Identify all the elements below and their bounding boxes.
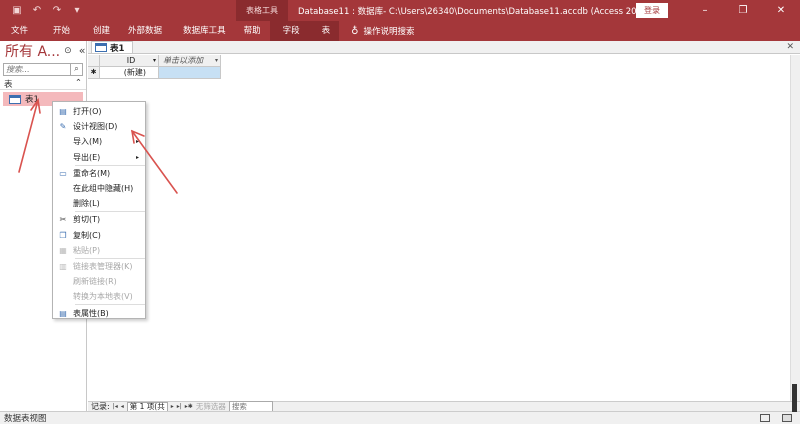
window-title: Database11 : 数据库- C:\Users\26340\Documen… xyxy=(298,6,636,17)
cell-id-new[interactable]: (新建) xyxy=(100,67,159,79)
column-header-label: 单击以添加 xyxy=(163,56,203,65)
chevron-right-icon: ▸ xyxy=(135,138,139,146)
chevron-right-icon: ▸ xyxy=(135,153,139,161)
restore-icon[interactable]: ❐ xyxy=(724,5,762,16)
tab-create[interactable]: 创建 xyxy=(79,21,119,41)
paste-icon: ▦ xyxy=(59,245,67,255)
context-menu: ▤ 打开(O) ✎ 设计视图(D) 导入(M) ▸ 导出(E) ▸ ▭ 重命名(… xyxy=(52,101,146,319)
first-record-icon[interactable]: |◂ xyxy=(113,403,118,410)
document-tab-label: 表1 xyxy=(110,43,125,54)
tab-home[interactable]: 开始 xyxy=(37,21,79,41)
copy-icon: ❐ xyxy=(59,230,67,240)
chevron-up-icon[interactable]: ⌃ xyxy=(75,78,82,89)
menu-item-copy[interactable]: ❐ 复制(C) xyxy=(53,228,145,243)
menu-item-rename[interactable]: ▭ 重命名(M) xyxy=(53,166,145,181)
rename-icon: ▭ xyxy=(59,168,67,178)
previous-record-icon[interactable]: ◂ xyxy=(121,403,124,410)
menu-item-export[interactable]: 导出(E) ▸ xyxy=(53,150,145,165)
close-window-icon[interactable]: ✕ xyxy=(762,5,800,16)
linked-table-manager-icon: ▥ xyxy=(59,261,67,271)
new-record-icon[interactable]: ▸✱ xyxy=(185,403,193,410)
nav-header[interactable]: 所有 A... ⊙ « xyxy=(0,41,86,60)
status-bar: 数据表视图 xyxy=(0,411,800,424)
chevron-down-icon[interactable]: ▾ xyxy=(215,55,218,66)
record-position-input[interactable]: 第 1 项(共 xyxy=(126,401,168,412)
undo-icon[interactable]: ↶ xyxy=(30,4,44,18)
search-icon[interactable]: ⌕ xyxy=(70,64,82,75)
tab-fields[interactable]: 字段 xyxy=(269,21,313,41)
nav-title[interactable]: 所有 A... xyxy=(5,41,60,61)
ribbon-tabs: 文件 开始 创建 外部数据 数据库工具 帮助 字段 表 ♁ 操作说明搜索 xyxy=(0,21,800,41)
lightbulb-icon: ♁ xyxy=(351,25,359,37)
vertical-scrollbar[interactable] xyxy=(790,55,800,401)
tab-help[interactable]: 帮助 xyxy=(235,21,270,41)
nav-group-tables[interactable]: 表 ⌃ xyxy=(0,78,86,90)
menu-item-design-view[interactable]: ✎ 设计视图(D) xyxy=(53,119,145,134)
tab-table[interactable]: 表 xyxy=(312,21,340,41)
design-view-icon: ✎ xyxy=(59,122,67,132)
datasheet-grid: ID ▾ 单击以添加 ▾ ✱ (新建) xyxy=(88,55,221,79)
menu-item-paste: ▦ 粘贴(P) xyxy=(53,243,145,258)
menu-item-table-properties[interactable]: ▤ 表属性(B) xyxy=(53,305,145,320)
record-navigator: 记录: |◂ ◂ 第 1 项(共 ▸ ▸| ▸✱ 无筛选器 xyxy=(88,401,800,412)
menu-item-convert-to-local: 转换为本地表(V) xyxy=(73,292,133,302)
save-icon[interactable]: ▣ xyxy=(10,4,24,18)
cell-add-new[interactable] xyxy=(159,67,221,79)
datasheet-view-icon[interactable] xyxy=(760,414,770,422)
tab-external-data[interactable]: 外部数据 xyxy=(119,21,171,41)
tab-file[interactable]: 文件 xyxy=(0,21,37,41)
next-record-icon[interactable]: ▸ xyxy=(171,403,174,410)
table-icon xyxy=(95,43,107,52)
nav-search-input[interactable] xyxy=(4,64,70,75)
menu-item-hide-in-group[interactable]: 在此组中隐藏(H) xyxy=(53,181,145,196)
last-record-icon[interactable]: ▸| xyxy=(177,403,182,410)
table-properties-icon: ▤ xyxy=(59,308,67,318)
customize-icon[interactable]: ▾ xyxy=(70,4,84,18)
cut-icon: ✂ xyxy=(59,215,67,225)
column-header-click-to-add[interactable]: 单击以添加 ▾ xyxy=(159,55,221,67)
select-all-cell[interactable] xyxy=(88,55,100,67)
table-icon xyxy=(9,94,21,104)
nav-item-label: 表1 xyxy=(25,95,39,105)
close-document-icon[interactable]: ✕ xyxy=(786,42,794,52)
open-icon: ▤ xyxy=(59,107,67,117)
document-tab-table1[interactable]: 表1 xyxy=(91,41,134,54)
tell-me-label: 操作说明搜索 xyxy=(363,27,415,37)
menu-item-cut[interactable]: ✂ 剪切(T) xyxy=(53,212,145,227)
status-text: 数据表视图 xyxy=(4,414,47,424)
new-record-row: ✱ (新建) xyxy=(88,67,221,79)
tell-me-search[interactable]: ♁ 操作说明搜索 xyxy=(339,25,415,38)
design-view-icon[interactable] xyxy=(782,414,792,422)
window-controls: – ❐ ✕ xyxy=(686,5,800,16)
nav-group-label: 表 xyxy=(4,80,13,90)
menu-item-refresh-link: 刷新链接(R) xyxy=(73,277,117,287)
column-header-label: ID xyxy=(126,56,136,65)
quick-access-toolbar: ▣ ↶ ↷ ▾ xyxy=(0,4,236,18)
new-record-marker[interactable]: ✱ xyxy=(88,67,100,79)
menu-item-import[interactable]: 导入(M) ▸ xyxy=(53,134,145,149)
chevron-down-icon[interactable]: ▾ xyxy=(153,55,156,66)
document-area: 表1 ✕ ID ▾ 单击以添加 ▾ ✱ (新建) xyxy=(88,41,800,401)
column-header-id[interactable]: ID ▾ xyxy=(100,55,159,67)
menu-item-delete[interactable]: 删除(L) xyxy=(53,196,145,211)
menu-item-linked-table-manager: ▥ 链接表管理器(K) xyxy=(53,259,145,274)
login-button[interactable]: 登录 xyxy=(636,3,668,18)
header-row: ID ▾ 单击以添加 ▾ xyxy=(88,55,221,67)
chevron-down-circle-icon[interactable]: ⊙ xyxy=(64,46,72,56)
nav-search: ⌕ xyxy=(3,63,83,76)
redo-icon[interactable]: ↷ xyxy=(50,4,64,18)
document-tab-bar: 表1 xyxy=(88,41,800,54)
title-bar: ▣ ↶ ↷ ▾ 表格工具 Database11 : 数据库- C:\Users\… xyxy=(0,0,800,21)
minimize-icon[interactable]: – xyxy=(686,5,724,16)
table-tools-label: 表格工具 xyxy=(236,0,288,21)
tab-database-tools[interactable]: 数据库工具 xyxy=(171,21,235,41)
collapse-pane-icon[interactable]: « xyxy=(79,44,86,57)
menu-item-open[interactable]: ▤ 打开(O) xyxy=(53,104,145,119)
